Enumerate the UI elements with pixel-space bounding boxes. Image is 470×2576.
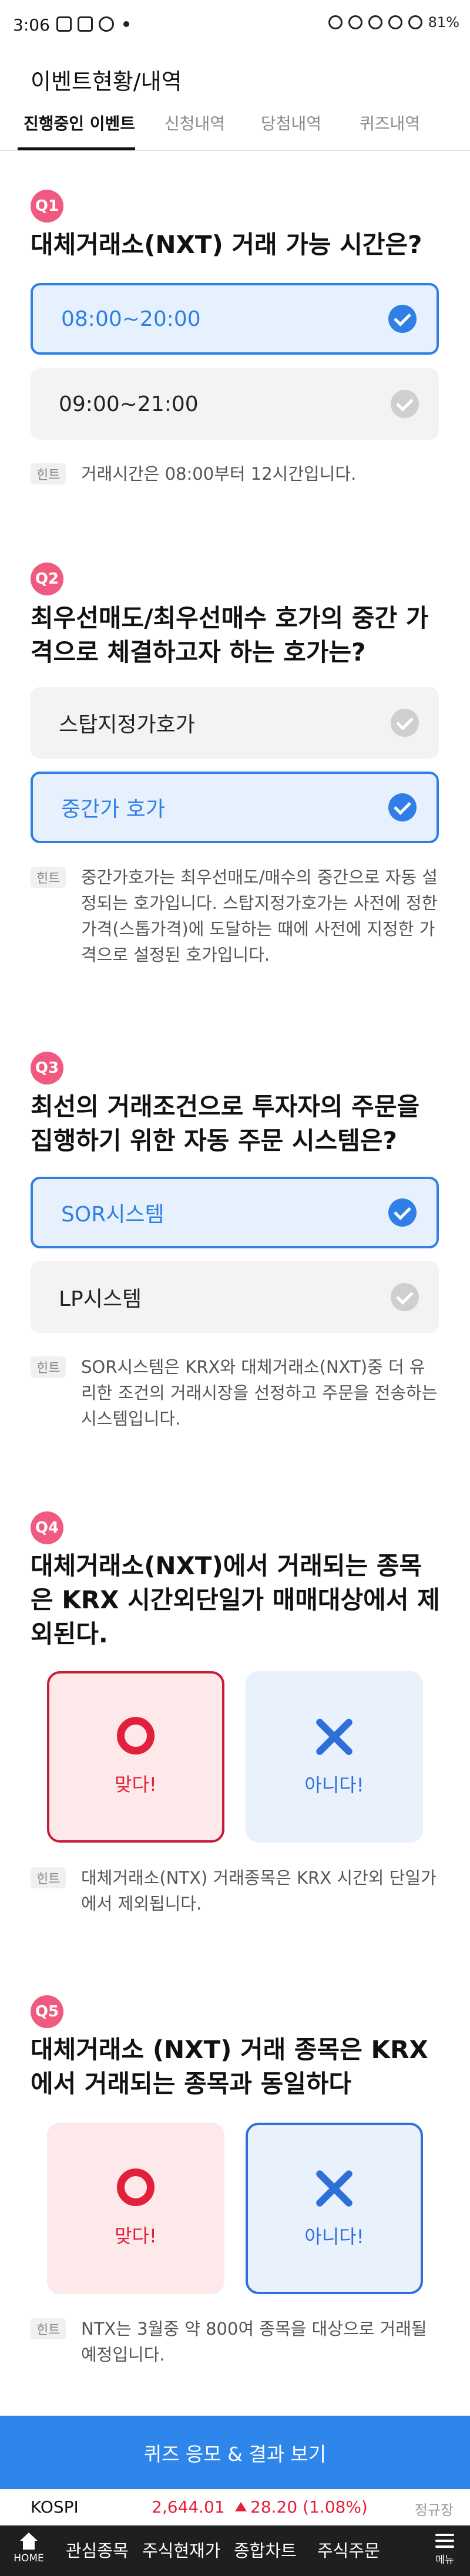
system-icons: 81% — [328, 14, 459, 31]
page-title: 이벤트현황/내역 — [31, 69, 182, 95]
answer-option-label: 09:00~21:00 — [59, 392, 199, 416]
tab-bar: 진행중인 이벤트 신청내역 당첨내역 퀴즈내역 — [0, 103, 470, 151]
hamburger-menu-icon — [435, 2534, 454, 2548]
question-text: 최우선매도/최우선매수 호가의 중간 가격으로 체결하고자 하는 호가는? — [31, 604, 429, 666]
question-number-badge: Q4 — [31, 1511, 63, 1544]
question-text: 최선의 거래조건으로 투자자의 주문을 집행하기 위한 자동 주문 시스템은? — [31, 1092, 420, 1155]
nav-stock-order[interactable]: 주식주문 — [317, 2537, 380, 2562]
answer-option[interactable]: 08:00~20:00 — [31, 283, 439, 355]
hint: 힌트 NTX는 3월중 약 800여 종목을 대상으로 거래될 예정입니다. — [31, 2316, 442, 2372]
false-answer-label: 아니다! — [304, 1774, 364, 1796]
answer-option-label: 스탑지정가호가 — [59, 713, 195, 737]
tab-winnings[interactable]: 당첨내역 — [261, 111, 321, 151]
hint: 힌트 거래시간은 08:00부터 12시간입니다. — [31, 461, 442, 490]
index-ticker[interactable]: KOSPI 2,644.01 28.20 (1.08%) 정규장 — [0, 2489, 470, 2526]
check-icon — [391, 390, 419, 418]
nav-home-label: HOME — [14, 2553, 44, 2564]
true-answer-label: 맞다! — [115, 2225, 157, 2247]
false-answer-label: 아니다! — [304, 2225, 364, 2248]
up-triangle-icon — [235, 2502, 247, 2511]
ticker-index-name: KOSPI — [31, 2497, 79, 2517]
active-tab-indicator — [18, 147, 135, 150]
home-icon — [20, 2533, 38, 2550]
answer-option[interactable]: LP시스템 — [31, 1261, 439, 1333]
hint-tag: 힌트 — [31, 2318, 66, 2339]
hint-text: 거래시간은 08:00부터 12시간입니다. — [81, 464, 357, 484]
false-answer-card[interactable]: 아니다! — [246, 1671, 423, 1843]
location-icon — [388, 15, 402, 29]
nav-stock-price[interactable]: 주식현재가 — [142, 2537, 220, 2562]
false-answer-card[interactable]: 아니다! — [246, 2123, 423, 2294]
true-answer-label: 맞다! — [115, 1773, 157, 1796]
chat-icon — [99, 16, 114, 32]
question-text: 대체거래소(NXT) 거래 가능 시간은? — [31, 230, 422, 259]
notification-icon — [78, 16, 93, 32]
answer-option-label: 08:00~20:00 — [61, 307, 201, 331]
hint-text: SOR시스템은 KRX와 대체거래소(NXT)중 더 유리한 조건의 거래시장을… — [81, 1357, 438, 1429]
ticker-change: 28.20 (1.08%) — [235, 2497, 368, 2517]
quiz-submit-button[interactable]: 퀴즈 응모 & 결과 보기 — [0, 2416, 470, 2489]
ticker-price: 2,644.01 — [152, 2497, 225, 2517]
nav-watchlist[interactable]: 관심종목 — [66, 2537, 129, 2562]
more-dot-icon — [123, 21, 129, 27]
bottom-nav: HOME 관심종목 주식현재가 종합차트 주식주문 메뉴 — [0, 2526, 470, 2576]
answer-option[interactable]: SOR시스템 — [31, 1177, 439, 1248]
nav-menu[interactable]: 메뉴 — [431, 2534, 458, 2566]
hint-text: 중간가호가는 최우선매도/매수의 중간으로 자동 설정되는 호가입니다. 스탑지… — [81, 867, 438, 965]
true-answer-card[interactable]: 맞다! — [47, 1671, 224, 1843]
hint-text: NTX는 3월중 약 800여 종목을 대상으로 거래될 예정입니다. — [81, 2319, 427, 2365]
answer-option-label: LP시스템 — [59, 1287, 142, 1311]
answer-option[interactable]: 09:00~21:00 — [31, 368, 439, 440]
check-icon — [391, 1283, 419, 1311]
check-icon — [388, 1198, 417, 1227]
nav-chart[interactable]: 종합차트 — [234, 2537, 297, 2562]
hint-tag: 힌트 — [31, 1356, 66, 1378]
hint-tag: 힌트 — [31, 463, 66, 484]
status-bar: 3:06 81% — [0, 0, 470, 53]
ticker-change-value: 28.20 (1.08%) — [250, 2497, 368, 2517]
signal-icon — [408, 15, 422, 29]
x-mark-icon — [314, 1716, 355, 1757]
question-number-badge: Q1 — [31, 190, 63, 223]
notification-icons — [56, 16, 129, 32]
answer-option[interactable]: 스탑지정가호가 — [31, 687, 439, 759]
alarm-icon — [328, 15, 343, 29]
hint: 힌트 SOR시스템은 KRX와 대체거래소(NXT)중 더 유리한 조건의 거래… — [31, 1354, 442, 1429]
check-icon — [388, 305, 417, 333]
question-number-badge: Q2 — [31, 563, 63, 595]
x-mark-icon — [314, 2168, 355, 2209]
tab-applications[interactable]: 신청내역 — [164, 111, 225, 151]
answer-option-label: 중간가 호가 — [61, 797, 166, 821]
bluetooth-icon — [348, 15, 362, 29]
check-icon — [388, 793, 417, 821]
answer-option[interactable]: 중간가 호가 — [31, 772, 439, 843]
battery-level: 81% — [428, 14, 459, 31]
hint-tag: 힌트 — [31, 1867, 66, 1888]
hint-tag: 힌트 — [31, 867, 66, 888]
ticker-session: 정규장 — [414, 2502, 454, 2518]
nav-home[interactable]: HOME — [8, 2533, 49, 2564]
hint-text: 대체거래소(NTX) 거래종목은 KRX 시간외 단일가에서 제외됩니다. — [81, 1868, 437, 1914]
mute-icon — [368, 15, 382, 29]
nav-menu-label: 메뉴 — [435, 2554, 454, 2566]
answer-option-label: SOR시스템 — [61, 1203, 164, 1227]
notification-icon — [56, 16, 72, 32]
tab-quiz-history[interactable]: 퀴즈내역 — [360, 111, 420, 151]
tab-ongoing-events[interactable]: 진행중인 이벤트 — [24, 111, 135, 151]
hint: 힌트 대체거래소(NTX) 거래종목은 KRX 시간외 단일가에서 제외됩니다. — [31, 1865, 442, 1921]
status-time: 3:06 — [13, 15, 50, 35]
question-text: 대체거래소 (NXT) 거래 종목은 KRX에서 거래되는 종목과 동일하다 — [31, 2035, 428, 2098]
circle-o-icon — [117, 1717, 155, 1755]
hint: 힌트 중간가호가는 최우선매도/매수의 중간으로 자동 설정되는 호가입니다. … — [31, 864, 442, 965]
question-number-badge: Q3 — [31, 1052, 63, 1085]
check-icon — [391, 709, 419, 737]
question-text: 대체거래소(NXT)에서 거래되는 종목은 KRX 시간외단일가 매매대상에서 … — [31, 1551, 440, 1648]
true-answer-card[interactable]: 맞다! — [47, 2123, 224, 2294]
circle-o-icon — [117, 2168, 155, 2206]
question-number-badge: Q5 — [31, 1995, 63, 2028]
